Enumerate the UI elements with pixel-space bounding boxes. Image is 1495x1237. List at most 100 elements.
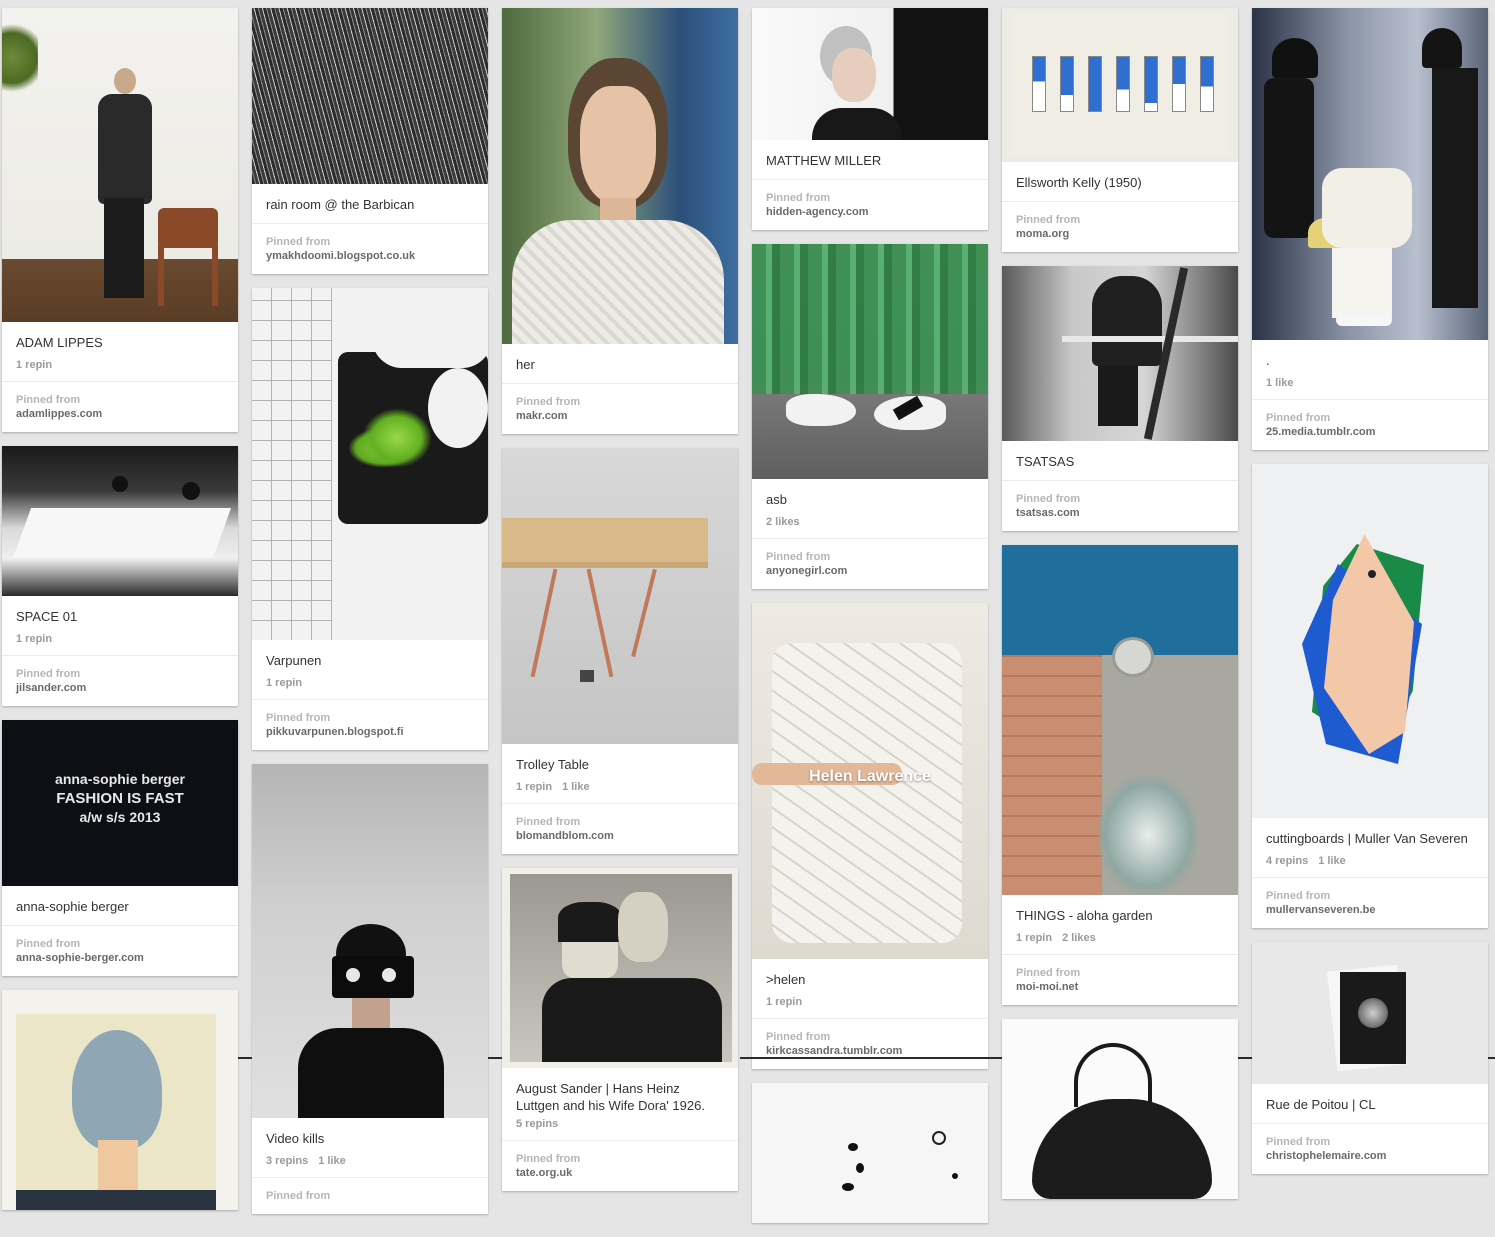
pinned-from-label: Pinned from <box>16 938 81 950</box>
pin-image[interactable] <box>1002 545 1238 895</box>
pin-source[interactable]: Pinned from moma.org <box>1002 202 1238 252</box>
pin-card-august-sander[interactable]: August Sander | Hans Heinz Luttgen and h… <box>502 868 738 1191</box>
pin-image[interactable] <box>502 448 738 744</box>
pin-title: August Sander | Hans Heinz Luttgen and h… <box>516 1081 705 1113</box>
pin-image[interactable] <box>252 8 488 184</box>
pin-image[interactable] <box>752 244 988 479</box>
pin-card-her[interactable]: her Pinned from makr.com <box>502 8 738 434</box>
pin-image[interactable] <box>1002 266 1238 441</box>
pin-image[interactable] <box>752 1083 988 1223</box>
pin-source[interactable]: Pinned from makr.com <box>502 384 738 434</box>
source-domain[interactable]: 25.media.tumblr.com <box>1266 426 1474 438</box>
pin-card-space-01[interactable]: SPACE 01 1 repin Pinned from jilsander.c… <box>2 446 238 706</box>
pin-image[interactable] <box>2 990 238 1210</box>
pin-card-ellsworth-kelly[interactable]: Ellsworth Kelly (1950) Pinned from moma.… <box>1002 8 1238 252</box>
pin-source[interactable]: Pinned from mullervanseveren.be <box>1252 878 1488 928</box>
pin-image[interactable] <box>1002 8 1238 162</box>
source-domain[interactable]: kirkcassandra.tumblr.com <box>766 1045 974 1057</box>
pin-card-dot[interactable]: . 1 like Pinned from 25.media.tumblr.com <box>1252 8 1488 450</box>
pin-source[interactable]: Pinned from 25.media.tumblr.com <box>1252 400 1488 450</box>
pin-title: THINGS - aloha garden <box>1016 908 1153 923</box>
pin-column-2: rain room @ the Barbican Pinned from yma… <box>252 8 488 1228</box>
pin-source[interactable]: Pinned from moi-moi.net <box>1002 955 1238 1005</box>
like-count: 2 likes <box>1062 932 1096 944</box>
pin-card-cuttingboards[interactable]: cuttingboards | Muller Van Severen 4 rep… <box>1252 464 1488 928</box>
pin-image[interactable] <box>1002 1019 1238 1199</box>
image-text-line: a/w s/s 2013 <box>79 809 161 825</box>
pin-source[interactable]: Pinned from christophelemaire.com <box>1252 1124 1488 1174</box>
pin-source[interactable]: Pinned from kirkcassandra.tumblr.com <box>752 1019 988 1069</box>
pin-card-varpunen[interactable]: Varpunen 1 repin Pinned from pikkuvarpun… <box>252 288 488 750</box>
pin-card-helen[interactable]: Helen Lawrence >helen 1 repin Pinned fro… <box>752 603 988 1069</box>
pin-title: . <box>1266 353 1270 368</box>
like-count: 1 like <box>1266 377 1294 389</box>
pin-title: ADAM LIPPES <box>16 335 103 350</box>
pin-card-anna-sophie-berger[interactable]: anna-sophie berger FASHION IS FAST a/w s… <box>2 720 238 976</box>
pin-image[interactable] <box>2 446 238 596</box>
pin-title: Ellsworth Kelly (1950) <box>1016 175 1142 190</box>
source-domain[interactable]: anna-sophie-berger.com <box>16 952 224 964</box>
pin-source[interactable]: Pinned from anyonegirl.com <box>752 539 988 589</box>
pin-image[interactable] <box>252 764 488 1118</box>
pin-image[interactable]: Helen Lawrence <box>752 603 988 959</box>
pin-image[interactable]: anna-sophie berger FASHION IS FAST a/w s… <box>2 720 238 886</box>
pin-source[interactable]: Pinned from jilsander.com <box>2 656 238 706</box>
pin-image[interactable] <box>502 8 738 344</box>
pinned-from-label: Pinned from <box>516 1153 581 1165</box>
pinned-from-label: Pinned from <box>1266 1136 1331 1148</box>
pin-image[interactable] <box>2 8 238 322</box>
pin-title: SPACE 01 <box>16 609 78 624</box>
pinned-from-label: Pinned from <box>1266 890 1331 902</box>
pin-title: rain room @ the Barbican <box>266 197 415 212</box>
pin-card-rue-de-poitou[interactable]: Rue de Poitou | CL Pinned from christoph… <box>1252 942 1488 1174</box>
pinned-from-label: Pinned from <box>766 192 831 204</box>
source-domain[interactable]: blomandblom.com <box>516 830 724 842</box>
divider-line <box>1238 1057 1252 1059</box>
pin-image[interactable] <box>502 868 738 1068</box>
pin-card-trolley-table[interactable]: Trolley Table 1 repin 1 like Pinned from … <box>502 448 738 854</box>
like-count: 1 like <box>1318 855 1346 867</box>
pin-card-rain-room[interactable]: rain room @ the Barbican Pinned from yma… <box>252 8 488 274</box>
pin-source[interactable]: Pinned from blomandblom.com <box>502 804 738 854</box>
pin-card-video-kills[interactable]: Video kills 3 repins 1 like Pinned from <box>252 764 488 1214</box>
pin-card-tsatsas[interactable]: TSATSAS Pinned from tsatsas.com <box>1002 266 1238 531</box>
pin-image[interactable] <box>752 8 988 140</box>
pin-card-matthew-miller[interactable]: MATTHEW MILLER Pinned from hidden-agency… <box>752 8 988 230</box>
pin-image[interactable] <box>1252 942 1488 1084</box>
pin-card-asb[interactable]: asb 2 likes Pinned from anyonegirl.com <box>752 244 988 589</box>
source-domain[interactable]: anyonegirl.com <box>766 565 974 577</box>
source-domain[interactable]: ymakhdoomi.blogspot.co.uk <box>266 250 474 262</box>
pin-source[interactable]: Pinned from anna-sophie-berger.com <box>2 926 238 976</box>
source-domain[interactable]: tate.org.uk <box>516 1167 724 1179</box>
like-count: 2 likes <box>766 516 800 528</box>
pin-source[interactable]: Pinned from hidden-agency.com <box>752 180 988 230</box>
pin-source[interactable]: Pinned from tate.org.uk <box>502 1141 738 1191</box>
image-overlay-text: Helen Lawrence <box>809 768 931 785</box>
pin-source[interactable]: Pinned from pikkuvarpunen.blogspot.fi <box>252 700 488 750</box>
pin-card-ink-splatter[interactable] <box>752 1083 988 1223</box>
pin-image[interactable] <box>252 288 488 640</box>
pin-title: Rue de Poitou | CL <box>1266 1097 1376 1112</box>
pin-card-things[interactable]: THINGS - aloha garden 1 repin 2 likes Pin… <box>1002 545 1238 1005</box>
source-domain[interactable]: jilsander.com <box>16 682 224 694</box>
pin-card-black-bag[interactable] <box>1002 1019 1238 1199</box>
pin-card-painting[interactable] <box>2 990 238 1210</box>
pin-card-adam-lippes[interactable]: ADAM LIPPES 1 repin Pinned from adamlipp… <box>2 8 238 432</box>
pin-source[interactable]: Pinned from adamlippes.com <box>2 382 238 432</box>
source-domain[interactable]: christophelemaire.com <box>1266 1150 1474 1162</box>
source-domain[interactable]: pikkuvarpunen.blogspot.fi <box>266 726 474 738</box>
pin-source[interactable]: Pinned from ymakhdoomi.blogspot.co.uk <box>252 224 488 274</box>
source-domain[interactable]: hidden-agency.com <box>766 206 974 218</box>
pin-image[interactable] <box>1252 464 1488 818</box>
pin-image[interactable] <box>1252 8 1488 340</box>
pin-source[interactable]: Pinned from tsatsas.com <box>1002 481 1238 531</box>
source-domain[interactable]: mullervanseveren.be <box>1266 904 1474 916</box>
image-text-line: anna-sophie berger <box>55 771 185 787</box>
source-domain[interactable]: adamlippes.com <box>16 408 224 420</box>
repin-count: 1 repin <box>16 633 53 645</box>
pin-source[interactable]: Pinned from <box>252 1178 488 1214</box>
source-domain[interactable]: makr.com <box>516 410 724 422</box>
source-domain[interactable]: tsatsas.com <box>1016 507 1224 519</box>
source-domain[interactable]: moi-moi.net <box>1016 981 1224 993</box>
source-domain[interactable]: moma.org <box>1016 228 1224 240</box>
